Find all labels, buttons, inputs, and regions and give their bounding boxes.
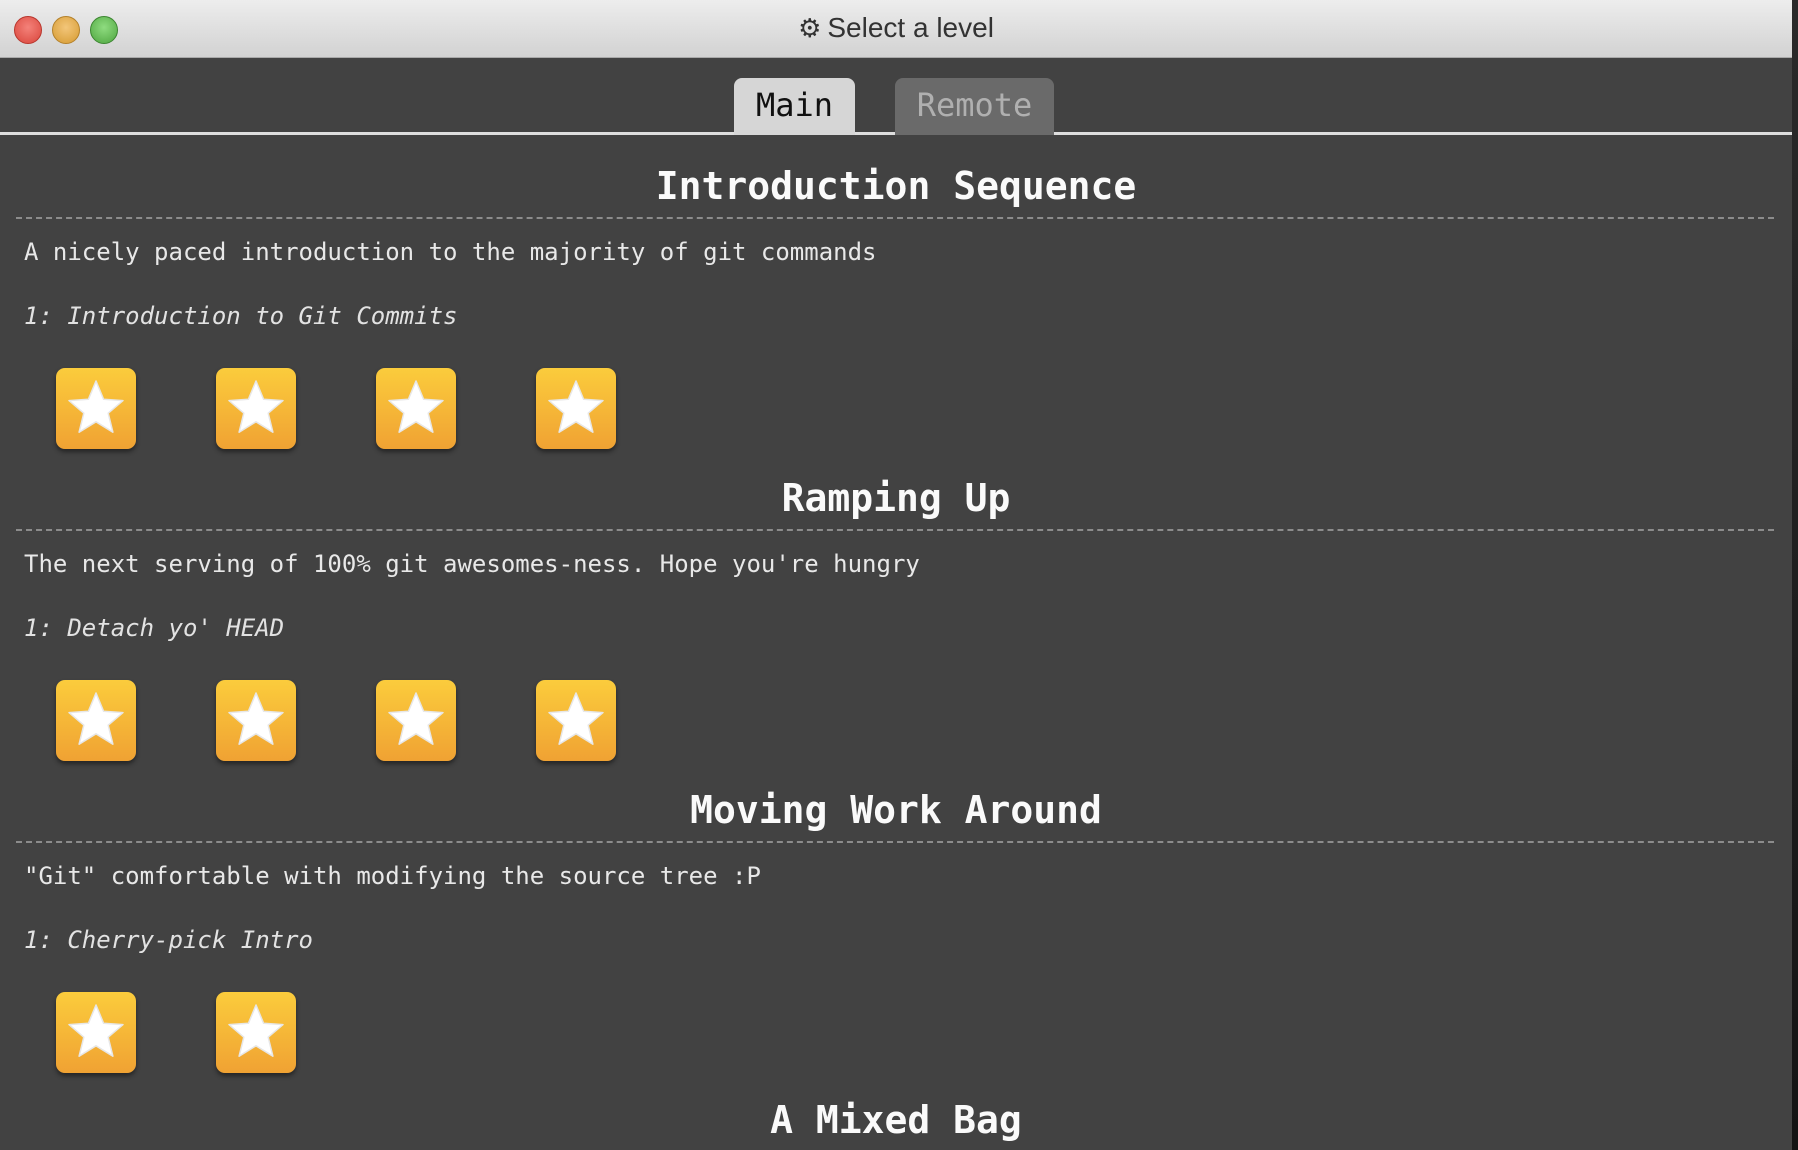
section-divider bbox=[16, 841, 1774, 843]
window-title-text: Select a level bbox=[827, 12, 994, 43]
gear-icon: ⚙ bbox=[798, 13, 822, 43]
level-label: 1: Detach yo' HEAD bbox=[24, 614, 285, 642]
level-star-button[interactable] bbox=[56, 368, 136, 449]
section-title-mixed-bag: A Mixed Bag bbox=[770, 1098, 1022, 1142]
tab-remote[interactable]: Remote bbox=[895, 78, 1054, 135]
window-title: ⚙ Select a level bbox=[0, 12, 1792, 44]
section-moving-work-around: Moving Work Around "Git" comfortable wit… bbox=[0, 762, 1792, 1074]
title-bar: ⚙ Select a level bbox=[0, 0, 1792, 58]
tab-bar: Main Remote bbox=[0, 78, 1792, 135]
level-list: Introduction Sequence A nicely paced int… bbox=[0, 138, 1792, 1074]
section-title: Introduction Sequence bbox=[655, 164, 1137, 208]
level-star-button[interactable] bbox=[216, 992, 296, 1073]
level-star-button[interactable] bbox=[56, 992, 136, 1073]
level-select-window: ⚙ Select a level Main Remote Introduction… bbox=[0, 0, 1792, 1150]
level-label: 1: Cherry-pick Intro bbox=[24, 926, 313, 954]
section-title: Moving Work Around bbox=[690, 788, 1102, 832]
level-label: 1: Introduction to Git Commits bbox=[24, 302, 458, 330]
section-introduction-sequence: Introduction Sequence A nicely paced int… bbox=[0, 138, 1792, 450]
section-description: The next serving of 100% git awesomes-ne… bbox=[24, 550, 920, 578]
level-star-button[interactable] bbox=[376, 368, 456, 449]
section-description: "Git" comfortable with modifying the sou… bbox=[24, 862, 761, 890]
section-description: A nicely paced introduction to the major… bbox=[24, 238, 877, 266]
level-star-button[interactable] bbox=[216, 680, 296, 761]
level-star-button[interactable] bbox=[56, 680, 136, 761]
section-divider bbox=[16, 217, 1774, 219]
level-star-button[interactable] bbox=[536, 680, 616, 761]
window-edge bbox=[1792, 0, 1798, 1150]
section-divider bbox=[16, 529, 1774, 531]
section-title: Ramping Up bbox=[781, 476, 1011, 520]
level-star-button[interactable] bbox=[376, 680, 456, 761]
level-star-button[interactable] bbox=[216, 368, 296, 449]
level-star-button[interactable] bbox=[536, 368, 616, 449]
section-ramping-up: Ramping Up The next serving of 100% git … bbox=[0, 450, 1792, 762]
tab-main[interactable]: Main bbox=[734, 78, 855, 135]
